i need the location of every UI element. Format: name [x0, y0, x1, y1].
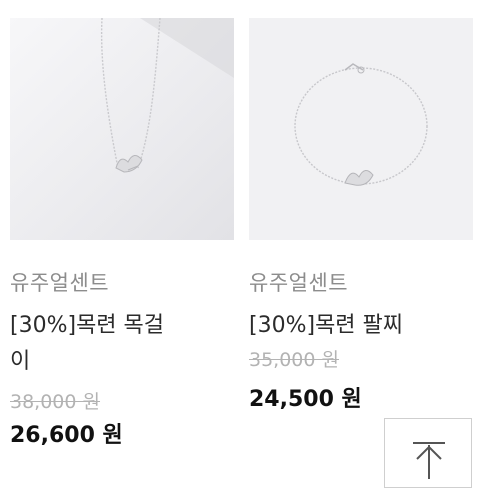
product-sale-price: 26,600 원 — [10, 423, 123, 448]
product-brand: 유주얼센트 — [249, 271, 349, 295]
product-card-bracelet[interactable]: 유주얼센트 [30%]목련 팔찌 35,000 원 24,500 원 — [249, 18, 473, 414]
product-title-line1: [30%]목련 목걸 — [10, 313, 165, 338]
product-title-line2: 이 — [10, 349, 31, 374]
arrow-up-icon — [413, 442, 445, 479]
product-sale-price: 24,500 원 — [249, 387, 362, 412]
product-card-necklace[interactable]: 유주얼센트 [30%]목련 목걸 이 38,000 원 26,600 원 — [10, 18, 234, 450]
product-image-necklace[interactable] — [10, 18, 234, 240]
product-brand: 유주얼센트 — [10, 271, 110, 295]
scroll-to-top-button[interactable] — [384, 418, 472, 488]
product-original-price: 35,000 원 — [249, 349, 340, 371]
product-title[interactable]: [30%]목련 팔찌 — [249, 308, 473, 344]
product-original-price: 38,000 원 — [10, 391, 101, 413]
product-title[interactable]: [30%]목련 목걸 이 — [10, 308, 234, 380]
product-image-bracelet[interactable] — [249, 18, 473, 240]
